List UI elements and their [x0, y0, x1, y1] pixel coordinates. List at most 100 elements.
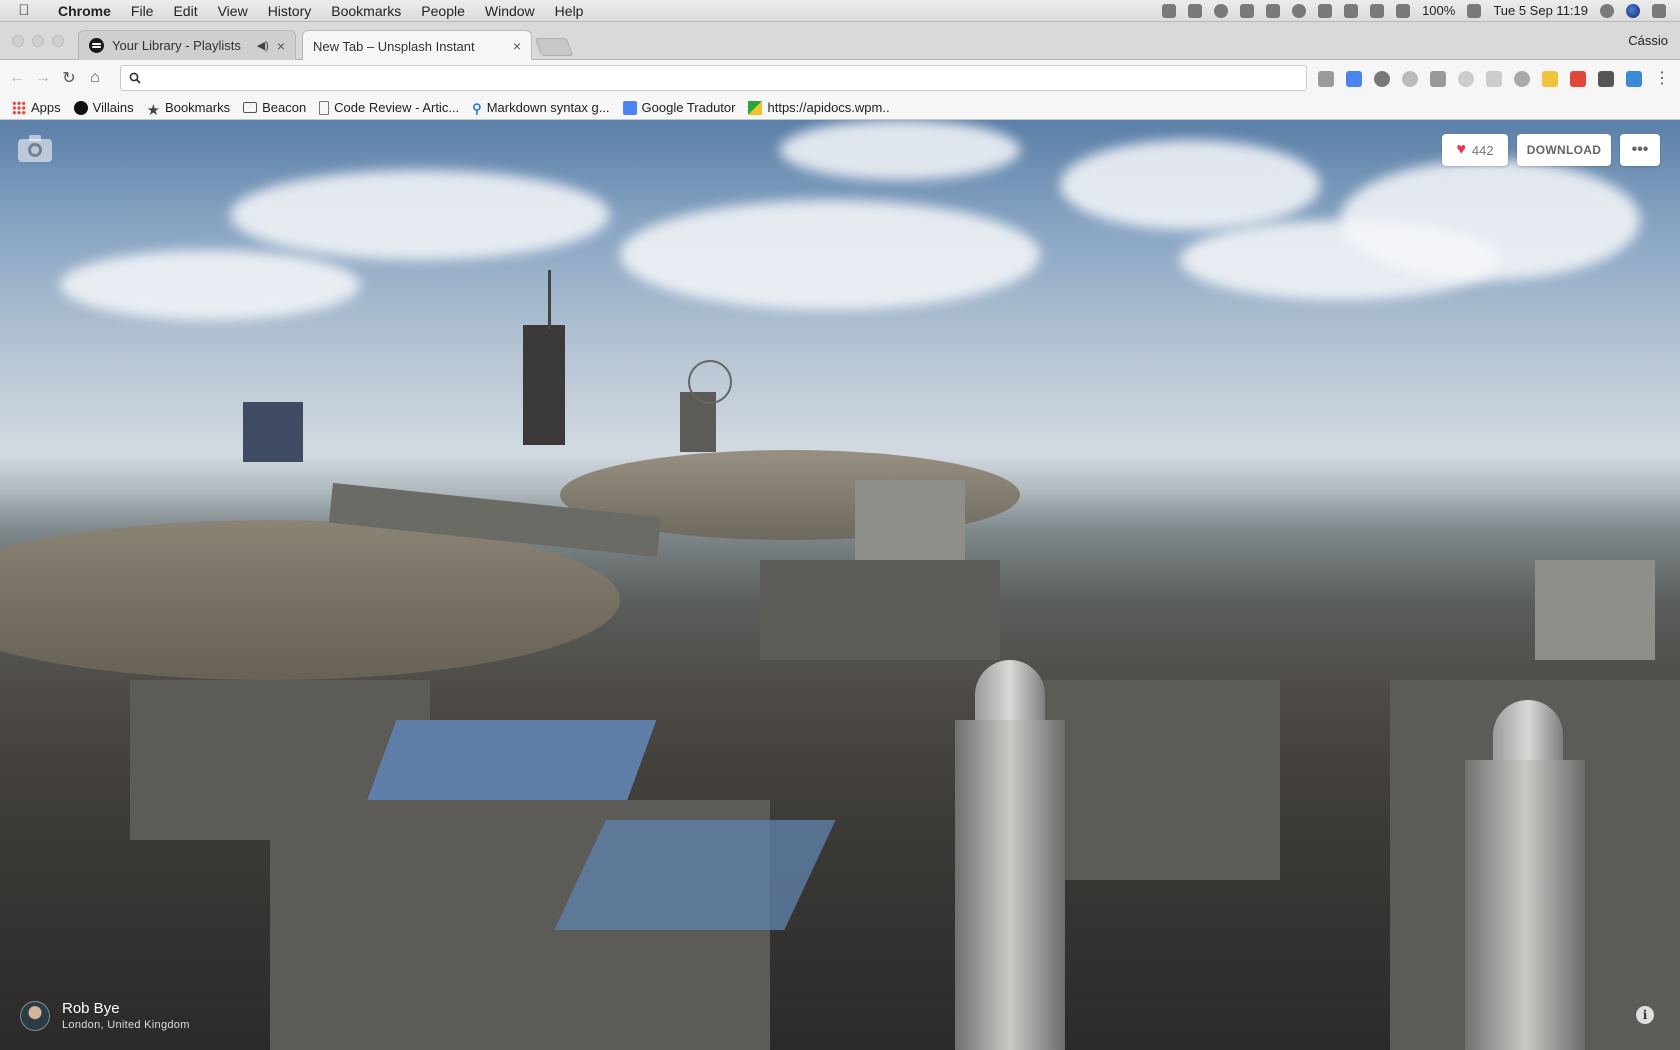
heart-icon: ♥ — [1456, 141, 1466, 158]
new-tab-button[interactable] — [534, 38, 574, 56]
extension-sync-icon[interactable] — [1374, 71, 1390, 87]
close-window-button[interactable] — [12, 35, 24, 47]
bookmark-apidocs[interactable]: https://apidocs.wpm.. — [748, 100, 890, 115]
extension-x-icon[interactable] — [1598, 71, 1614, 87]
tab-close-icon[interactable]: × — [277, 38, 285, 54]
shield-icon[interactable] — [1240, 3, 1255, 18]
like-button[interactable]: ♥ 442 — [1442, 134, 1508, 166]
menu-view[interactable]: View — [208, 3, 258, 19]
battery-percentage[interactable]: 100% — [1422, 3, 1455, 18]
airplay-icon[interactable] — [1370, 3, 1385, 18]
back-button[interactable]: ← — [4, 69, 30, 87]
menu-window[interactable]: Window — [475, 3, 545, 19]
menu-bookmarks[interactable]: Bookmarks — [321, 3, 411, 19]
tower-under-construction — [523, 325, 565, 445]
building — [760, 560, 1000, 660]
info-icon[interactable]: i — [1636, 1006, 1654, 1024]
extension-notes-icon[interactable] — [1542, 71, 1558, 87]
cloud — [1340, 160, 1640, 280]
extension-skype-icon[interactable] — [1402, 71, 1418, 87]
battery-icon[interactable] — [1467, 3, 1482, 18]
omnibox-input[interactable] — [147, 67, 1306, 89]
markdown-icon: ⚲ — [472, 100, 482, 116]
search-status-icon[interactable] — [1292, 3, 1307, 18]
extension-calendar-icon[interactable] — [1570, 71, 1586, 87]
building — [1535, 560, 1655, 660]
extension-gray-icon[interactable] — [1458, 71, 1474, 87]
apple-menu-icon[interactable]:  — [0, 2, 48, 19]
bookmark-google-tradutor[interactable]: Google Tradutor — [622, 100, 735, 115]
tab-your-library[interactable]: Your Library - Playlists ◀) × — [78, 30, 296, 60]
menu-edit[interactable]: Edit — [163, 3, 207, 19]
bookmark-folder-beacon[interactable]: Beacon — [243, 100, 306, 115]
unsplash-background-photo: ♥ 442 DOWNLOAD ••• Rob Bye London, Unite… — [0, 120, 1680, 1050]
sync-status-icon[interactable] — [1214, 3, 1229, 18]
st-pauls-tower — [955, 720, 1065, 1050]
cloud — [780, 120, 1020, 180]
unsplash-camera-icon[interactable] — [18, 134, 52, 162]
extension-camera-icon[interactable] — [1430, 71, 1446, 87]
building-blue-roof — [363, 720, 657, 810]
profile-button[interactable]: Cássio — [1628, 33, 1668, 48]
menu-people[interactable]: People — [411, 3, 475, 19]
bookmark-code-review[interactable]: Code Review - Artic... — [319, 100, 459, 115]
building-rotunda — [855, 480, 965, 560]
crane — [548, 270, 551, 330]
home-button[interactable]: ⌂ — [82, 69, 108, 87]
bookmark-apps[interactable]: Apps — [12, 100, 61, 115]
download-button[interactable]: DOWNLOAD — [1517, 134, 1611, 166]
folder-icon — [243, 102, 258, 113]
chrome-menu-icon[interactable]: ⋮ — [1654, 68, 1670, 88]
clock[interactable]: Tue 5 Sep 11:19 — [1493, 3, 1588, 18]
tab-new-tab-unsplash[interactable]: New Tab – Unsplash Instant × — [302, 30, 532, 61]
building — [243, 402, 303, 462]
bookmark-bookmarks[interactable]: ★ Bookmarks — [146, 100, 230, 119]
photographer-avatar[interactable] — [20, 1000, 50, 1031]
menu-file[interactable]: File — [121, 3, 164, 19]
photographer-name[interactable]: Rob Bye — [62, 1000, 190, 1017]
tab-close-icon[interactable]: × — [513, 38, 521, 54]
spotlight-search-icon[interactable] — [1600, 3, 1614, 18]
search-icon — [129, 72, 141, 84]
app-status-icon[interactable] — [1188, 3, 1203, 18]
extension-tools-icon[interactable] — [1626, 71, 1642, 87]
photo-credit[interactable]: Rob Bye London, United Kingdom — [20, 1000, 190, 1031]
extension-feather-icon[interactable] — [1514, 71, 1530, 87]
bookmark-villains[interactable]: Villains — [73, 100, 134, 115]
app-status-icon-2[interactable] — [1266, 3, 1281, 18]
menu-chrome[interactable]: Chrome — [48, 3, 121, 19]
london-eye — [688, 360, 732, 404]
minimize-window-button[interactable] — [32, 35, 44, 47]
extension-ghostery-icon[interactable] — [1318, 71, 1334, 87]
cloud — [1060, 140, 1320, 230]
bookmarks-bar: Apps Villains ★ Bookmarks Beacon Code Rev… — [0, 96, 1680, 120]
zoom-window-button[interactable] — [52, 35, 64, 47]
browser-toolbar: ← → ↻ ⌂ ⋮ — [0, 60, 1680, 96]
status-area: 100% Tue 5 Sep 11:19 — [1162, 3, 1680, 18]
star-icon: ★ — [146, 101, 161, 119]
google-translate-icon — [622, 100, 637, 115]
extension-gray-icon-2[interactable] — [1486, 71, 1502, 87]
more-options-button[interactable]: ••• — [1620, 134, 1660, 166]
bookmark-markdown[interactable]: ⚲ Markdown syntax g... — [472, 100, 609, 116]
like-count: 442 — [1471, 142, 1494, 158]
extension-translate-icon[interactable] — [1346, 71, 1362, 87]
address-bar[interactable] — [120, 65, 1307, 91]
apps-grid-icon — [12, 100, 26, 115]
spotify-icon — [73, 100, 88, 115]
menu-help[interactable]: Help — [545, 3, 594, 19]
macos-menu-bar:  Chrome File Edit View History Bookmark… — [0, 0, 1680, 22]
reload-button[interactable]: ↻ — [56, 68, 82, 88]
siri-icon[interactable] — [1626, 3, 1640, 18]
notification-center-icon[interactable] — [1652, 3, 1666, 18]
forward-button[interactable]: → — [30, 69, 56, 87]
building — [1040, 680, 1280, 880]
ssh-status-icon[interactable] — [1162, 3, 1177, 18]
cloud — [620, 200, 1040, 310]
bluetooth-icon[interactable] — [1318, 3, 1333, 18]
spotify-icon — [89, 38, 104, 53]
volume-icon[interactable] — [1396, 3, 1411, 18]
tab-audio-icon[interactable]: ◀) — [257, 39, 269, 52]
menu-history[interactable]: History — [258, 3, 322, 19]
wifi-icon[interactable] — [1344, 3, 1359, 18]
